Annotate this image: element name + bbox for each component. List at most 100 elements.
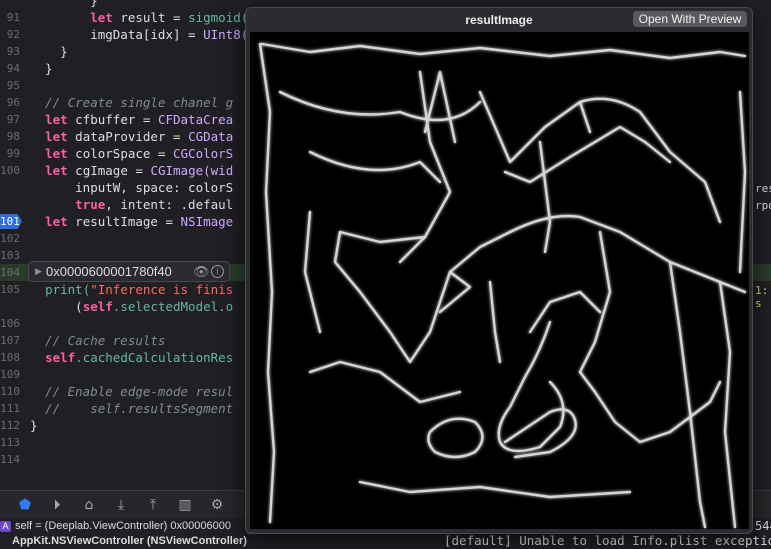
- code-token: let: [45, 129, 68, 144]
- line-number: 109: [0, 368, 20, 381]
- code-token: }: [30, 418, 38, 433]
- result-image: [250, 32, 749, 529]
- code-token: CGColorS: [173, 146, 234, 161]
- step-out-icon[interactable]: ⤒: [144, 496, 162, 514]
- variable-row[interactable]: Aself = (Deeplab.ViewController) 0x00006…: [0, 519, 231, 534]
- view-hierarchy-icon[interactable]: ▥: [176, 496, 194, 514]
- code-token: }: [30, 0, 98, 8]
- line-number: 103: [0, 249, 20, 262]
- code-token: CGData: [188, 129, 234, 144]
- code-text: self.cachedCalculationRes: [30, 349, 233, 366]
- quick-look-eye-icon[interactable]: 👁: [193, 262, 210, 281]
- line-number: 94: [6, 62, 20, 75]
- code-token: let: [45, 112, 68, 127]
- continue-icon[interactable]: ⏵: [48, 496, 66, 514]
- code-text: (self.selectedModel.o: [30, 298, 233, 315]
- code-token: dataProvider =: [67, 129, 189, 144]
- code-text: }: [30, 43, 68, 60]
- line-number: 112: [0, 419, 20, 432]
- code-text: }: [30, 0, 98, 9]
- code-token: // Cache results: [30, 333, 166, 348]
- line-number: 108: [0, 351, 20, 364]
- code-token: result =: [112, 10, 189, 25]
- code-text: }: [30, 417, 38, 434]
- code-token: self: [45, 350, 76, 365]
- line-number: 97: [6, 113, 20, 126]
- line-number: 105: [0, 283, 20, 296]
- code-token: let: [45, 214, 68, 229]
- code-token: self: [82, 299, 113, 314]
- line-number: 96: [6, 96, 20, 109]
- line-number: 110: [0, 385, 20, 398]
- code-text: imgData[idx] = UInt8(: [30, 26, 248, 43]
- open-with-preview-button[interactable]: Open With Preview: [633, 11, 747, 27]
- code-token: // self.resultsSegment: [30, 401, 234, 416]
- step-over-icon[interactable]: ⌂: [80, 496, 98, 514]
- code-text: print("Inference is finis: [30, 281, 233, 298]
- line-number: 93: [6, 45, 20, 58]
- code-text: }: [30, 60, 53, 77]
- code-token: (: [30, 299, 83, 314]
- line-number: 92: [6, 28, 20, 41]
- line-number: 102: [0, 232, 20, 245]
- line-number: 107: [0, 334, 20, 347]
- tooltip-address: 0x0000600001780f40: [46, 264, 172, 279]
- code-text: inputW, space: colorS: [30, 179, 233, 196]
- code-token: CFDataCrea: [157, 112, 234, 127]
- variable-tooltip[interactable]: ▶ 0x0000600001780f40 👁 i: [28, 261, 230, 282]
- code-text: // self.resultsSegment: [30, 400, 233, 417]
- code-token: cfbuffer =: [67, 112, 158, 127]
- code-token: .selectedModel.o: [112, 299, 234, 314]
- code-token: }: [30, 61, 53, 76]
- code-token: UInt8(: [203, 27, 249, 42]
- step-into-icon[interactable]: ⤓: [112, 496, 130, 514]
- code-token: CGImage(wid: [150, 163, 234, 178]
- line-number: 95: [6, 79, 20, 92]
- code-token: NSImage: [180, 214, 234, 229]
- breakpoints-toggle-icon[interactable]: ⬟: [16, 496, 34, 514]
- line-number: 104: [0, 266, 20, 279]
- console-fragment: 1: s: [755, 284, 769, 310]
- code-token: inputW, space: colorS: [30, 180, 234, 195]
- code-token: , intent: .defaul: [105, 197, 234, 212]
- code-token: // Create single chanel g: [30, 95, 234, 110]
- code-token: let: [90, 10, 113, 25]
- code-text: true, intent: .defaul: [30, 196, 233, 213]
- code-token: .cachedCalculationRes: [75, 350, 234, 365]
- memory-graph-icon[interactable]: ⚙: [208, 496, 226, 514]
- code-token: sigmoid(: [188, 10, 249, 25]
- code-token: print(: [45, 282, 91, 297]
- code-token: }: [30, 44, 68, 59]
- breakpoint-marker[interactable]: 101: [0, 214, 22, 229]
- code-text: let cgImage = CGImage(wid: [30, 162, 233, 179]
- code-text: let result = sigmoid(: [30, 9, 248, 26]
- console-fragment: rpo: [755, 199, 771, 212]
- code-text: let dataProvider = CGData: [30, 128, 233, 145]
- code-token: let: [45, 163, 68, 178]
- code-text: let cfbuffer = CFDataCrea: [30, 111, 233, 128]
- code-token: cgImage =: [67, 163, 151, 178]
- code-token: let: [45, 146, 68, 161]
- code-token: resultImage =: [67, 214, 181, 229]
- line-number: 114: [0, 453, 20, 466]
- code-token: imgData[idx] =: [30, 27, 204, 42]
- line-number: 106: [0, 317, 20, 330]
- code-text: // Enable edge-mode resul: [30, 383, 233, 400]
- disclosure-triangle-icon[interactable]: ▶: [35, 262, 42, 281]
- console-fragment: resl: [755, 182, 771, 195]
- code-token: // Enable edge-mode resul: [30, 384, 234, 399]
- line-number: 111: [0, 402, 20, 415]
- variable-type-icon: A: [0, 521, 11, 532]
- line-number: 99: [6, 147, 20, 160]
- code-token: true: [75, 197, 106, 212]
- code-token: "Inference is finis: [90, 282, 234, 297]
- code-text: let colorSpace = CGColorS: [30, 145, 233, 162]
- quick-look-popup: resultImage Open With Preview: [245, 7, 753, 534]
- info-icon[interactable]: i: [211, 265, 224, 278]
